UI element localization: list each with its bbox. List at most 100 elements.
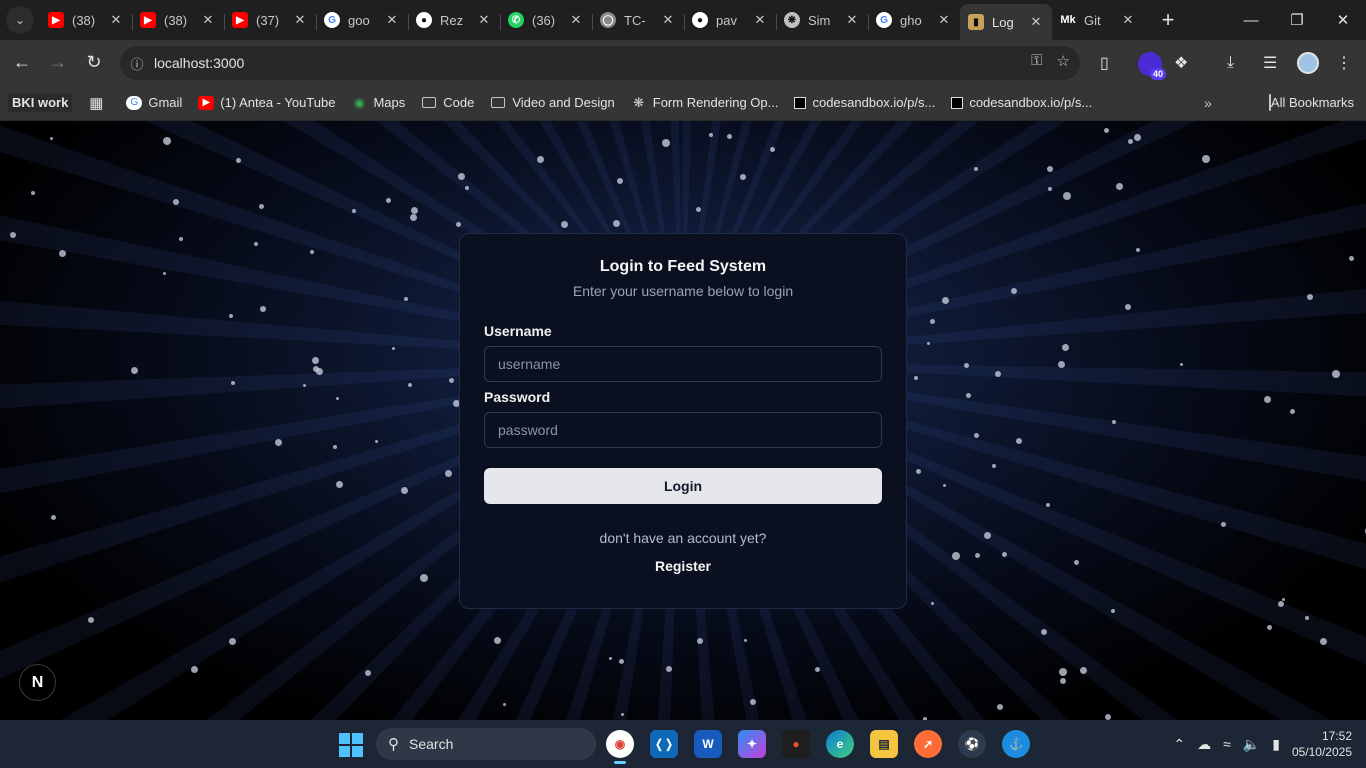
extension-badge-icon[interactable]: 40: [1138, 52, 1166, 80]
copilot-taskbar-icon[interactable]: ✦: [738, 730, 766, 758]
volume-icon[interactable]: 🔈: [1243, 736, 1260, 753]
file-explorer-taskbar-icon[interactable]: ▤: [870, 730, 898, 758]
tab-github-pav[interactable]: ● pav ✕: [684, 4, 777, 36]
star-particle: [665, 666, 672, 673]
reload-button[interactable]: ↻: [76, 47, 112, 79]
edge-taskbar-icon[interactable]: e: [826, 730, 854, 758]
bookmarks-overflow-icon[interactable]: »: [1204, 95, 1212, 111]
star-particle: [88, 616, 94, 623]
close-icon[interactable]: ✕: [752, 12, 768, 28]
bookmark-codesandbox-2[interactable]: codesandbox.io/p/s...: [951, 95, 1092, 110]
star-particle: [1058, 361, 1066, 369]
postman-taskbar-icon[interactable]: ➚: [914, 730, 942, 758]
taskbar-search[interactable]: ⚲ Search: [376, 728, 596, 760]
star-particle: [1058, 668, 1067, 677]
close-icon[interactable]: ✕: [844, 12, 860, 28]
media-control-icon[interactable]: ☰: [1263, 40, 1277, 85]
folder-icon: [421, 96, 437, 110]
folder-icon: [490, 96, 506, 110]
close-icon[interactable]: ✕: [660, 12, 676, 28]
bookmark-form-rendering[interactable]: ❋ Form Rendering Op...: [631, 95, 778, 111]
star-particle: [1062, 192, 1071, 201]
bookmark-maps[interactable]: ◉ Maps: [351, 95, 405, 111]
star-particle: [332, 444, 337, 449]
tab-login-active[interactable]: ▮ Log ✕: [960, 4, 1052, 40]
tab-youtube-2[interactable]: ▶ (38) ✕: [132, 4, 225, 36]
back-button[interactable]: ←: [4, 47, 40, 79]
youtube-icon: ▶: [198, 95, 215, 110]
bookmark-youtube[interactable]: ▶ (1) Antea - YouTube: [198, 95, 335, 110]
tab-tc[interactable]: ◯ TC- ✕: [592, 4, 685, 36]
close-icon[interactable]: ✕: [200, 12, 216, 28]
tab-google[interactable]: Ggoo ✕: [316, 4, 409, 36]
star-particle: [50, 515, 56, 521]
all-bookmarks-button[interactable]: All Bookmarks: [1268, 94, 1354, 111]
apps-button[interactable]: ▦: [88, 95, 110, 112]
window-close-icon[interactable]: ✕: [1320, 0, 1366, 40]
url-text[interactable]: localhost:3000: [154, 55, 244, 71]
tab-google-gho[interactable]: Ggho ✕: [868, 4, 960, 36]
star-particle: [1115, 183, 1123, 191]
docker-taskbar-icon[interactable]: ⚓: [1002, 730, 1030, 758]
figma-taskbar-icon[interactable]: ●: [782, 730, 810, 758]
new-tab-button[interactable]: +: [1154, 6, 1182, 34]
chevron-up-icon[interactable]: ⌃: [1173, 736, 1185, 753]
star-particle: [351, 208, 356, 213]
arrow-right-icon: →: [49, 52, 67, 72]
close-icon[interactable]: ✕: [1028, 14, 1044, 30]
close-icon[interactable]: ✕: [384, 12, 400, 28]
star-particle: [1306, 294, 1313, 301]
profile-avatar[interactable]: [1297, 52, 1319, 74]
menu-icon[interactable]: ⋮: [1336, 40, 1352, 85]
tab-search-button[interactable]: ⌄: [6, 6, 34, 34]
address-bar[interactable]: ⓘ localhost:3000 ⚿ ☆: [120, 46, 1080, 80]
username-input[interactable]: [484, 346, 882, 382]
vscode-taskbar-icon[interactable]: ❬❭: [650, 730, 678, 758]
puzzle-icon[interactable]: ❖: [1174, 40, 1188, 85]
close-icon[interactable]: ✕: [476, 12, 492, 28]
search-icon: ⚲: [388, 736, 399, 753]
close-icon[interactable]: ✕: [1120, 12, 1136, 28]
star-particle: [1111, 609, 1115, 614]
star-particle: [131, 367, 139, 375]
bookmark-gmail[interactable]: G Gmail: [126, 95, 182, 110]
bookmark-folder-code[interactable]: Code: [421, 95, 474, 110]
onedrive-icon[interactable]: ☁: [1197, 736, 1211, 753]
star-particle: [1104, 713, 1111, 720]
tab-youtube-1[interactable]: ▶ (38) ✕: [40, 4, 133, 36]
restore-icon[interactable]: ❐: [1274, 0, 1320, 40]
bookmark-codesandbox-1[interactable]: codesandbox.io/p/s...: [794, 95, 935, 110]
key-icon[interactable]: ⚿: [1031, 52, 1042, 70]
login-button[interactable]: Login: [484, 468, 882, 504]
tab-git[interactable]: Mk Git ✕: [1052, 4, 1144, 36]
close-icon[interactable]: ✕: [568, 12, 584, 28]
star-particle: [560, 221, 568, 229]
star-icon[interactable]: ☆: [1057, 52, 1070, 70]
forward-button[interactable]: →: [40, 47, 76, 79]
github-icon: ●: [416, 12, 432, 28]
word-taskbar-icon[interactable]: W: [694, 730, 722, 758]
tab-openai[interactable]: ❋ Sim ✕: [776, 4, 869, 36]
windows-start-icon[interactable]: [339, 733, 363, 757]
taskbar-clock[interactable]: 17:52 05/10/2025: [1292, 728, 1352, 760]
register-link[interactable]: Register: [460, 558, 906, 574]
wifi-icon[interactable]: ≈: [1223, 736, 1231, 752]
bookmark-bki-work[interactable]: BKI work: [8, 93, 73, 112]
download-icon[interactable]: ⤓: [1227, 40, 1234, 85]
tab-github-rez[interactable]: ● Rez ✕: [408, 4, 501, 36]
minimize-icon[interactable]: —: [1228, 0, 1274, 40]
close-icon[interactable]: ✕: [936, 12, 952, 28]
close-icon[interactable]: ✕: [292, 12, 308, 28]
chrome-taskbar-icon[interactable]: ◉: [606, 730, 634, 764]
soccer-app-taskbar-icon[interactable]: ⚽: [958, 730, 986, 758]
star-particle: [930, 602, 934, 606]
clipboard-extension-icon[interactable]: ▯: [1100, 40, 1109, 85]
password-input[interactable]: [484, 412, 882, 448]
bookmark-folder-video-design[interactable]: Video and Design: [490, 95, 615, 110]
site-info-icon[interactable]: ⓘ: [120, 54, 154, 73]
close-icon[interactable]: ✕: [108, 12, 124, 28]
nextjs-dev-badge[interactable]: N: [19, 664, 56, 701]
battery-icon[interactable]: ▮: [1272, 736, 1280, 753]
tab-youtube-3[interactable]: ▶ (37) ✕: [224, 4, 317, 36]
tab-whatsapp[interactable]: ✆ (36) ✕: [500, 4, 593, 36]
